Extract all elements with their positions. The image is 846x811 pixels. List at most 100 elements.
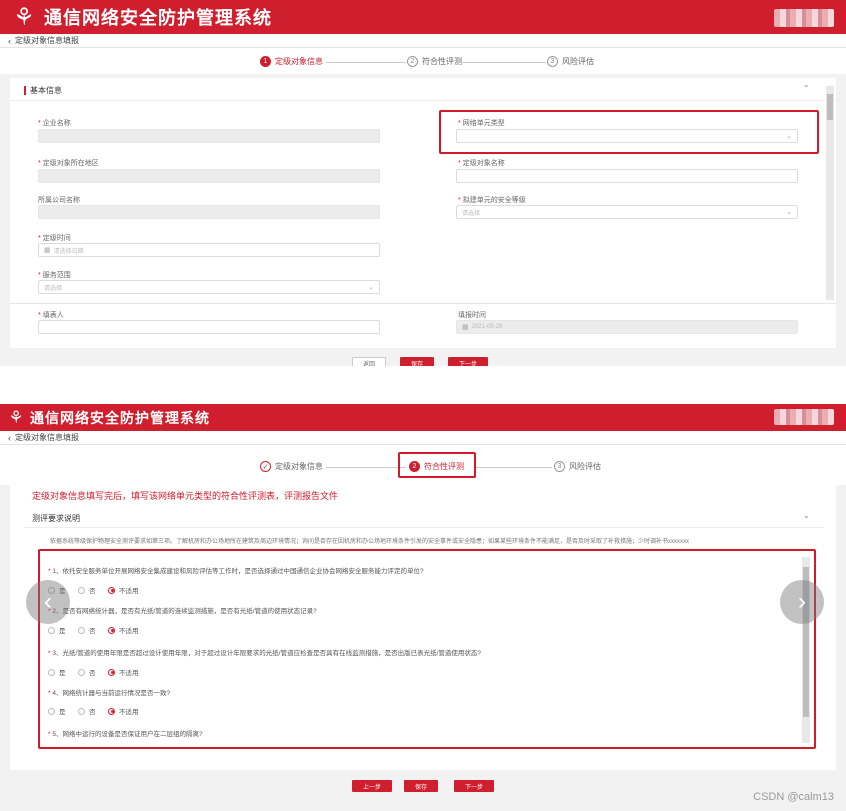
option-no[interactable]: 否 [78, 667, 96, 677]
step-3[interactable]: 3 风险评估 [547, 56, 594, 67]
radio-checked-icon [108, 668, 115, 676]
screenshot-step2: ⚘ 通信网络安全防护管理系统 ‹ 定级对象信息填报 ✓ 定级对象信息 2 符合性… [0, 404, 846, 811]
app-header: ⚘ 通信网络安全防护管理系统 [0, 0, 846, 34]
option-label: 不适用 [119, 670, 139, 677]
requirements-note: 依据系统等级保护物理安全测评要求如第三项。了解机房和办公场地所在建筑及周边环境情… [50, 539, 690, 545]
question-1: * 1、依托安全服务单位开展网络安全集成建设和风险评估等工作时，是否选择通过中国… [48, 568, 424, 575]
company-name-field [38, 129, 380, 143]
swirl-logo-icon: ⚘ [13, 3, 35, 31]
filler-label: * 填表人 [38, 312, 64, 319]
question-text: 1、依托安全服务单位开展网络安全集成建设和风险评估等工作时，是否选择通过中国通信… [52, 568, 424, 575]
next-button[interactable]: 下一步 [448, 357, 488, 366]
back-button[interactable]: 返回 [352, 357, 386, 366]
label-text: 填表人 [42, 312, 64, 319]
divider [10, 303, 836, 304]
breadcrumb: ‹ 定级对象信息填报 [0, 34, 846, 48]
option-no[interactable]: 否 [78, 625, 96, 635]
placeholder-text: 请选择日期 [53, 248, 84, 255]
save-button[interactable]: 保存 [404, 780, 438, 792]
option-na[interactable]: 不适用 [108, 585, 139, 595]
option-yes[interactable]: 是 [48, 706, 66, 716]
step-label: 符合性评测 [422, 57, 462, 66]
highlight-box-network-unit-type [439, 110, 819, 154]
option-label: 不适用 [119, 709, 139, 716]
back-chevron-icon[interactable]: ‹ [8, 433, 11, 443]
save-button[interactable]: 保存 [400, 357, 434, 366]
collapse-chevron-icon[interactable]: ⌃ [803, 84, 810, 93]
question-text: 3、光纸/管道的使用年限是否超过设计使用年限，对于超过设计年限要求的光纸/管道应… [52, 650, 481, 657]
step-label: 定级对象信息 [275, 462, 323, 471]
fill-time-label: 填报时间 [458, 310, 486, 320]
option-yes[interactable]: 是 [48, 625, 66, 635]
user-avatar-blurred[interactable] [774, 9, 834, 27]
app-title: 通信网络安全防护管理系统 [44, 8, 272, 28]
option-na[interactable]: 不适用 [108, 706, 139, 716]
carousel-next-icon[interactable]: › [780, 580, 824, 624]
question-text: 2、是否有网络统计器，是否有光纸/管道的连续监测措施，是否有光纸/管道的使用状态… [52, 608, 317, 615]
carousel-prev-icon[interactable]: ‹ [26, 580, 70, 624]
question-4: * 4、网络统计器与当前运行情况是否一致? [48, 690, 171, 697]
question-2: * 2、是否有网络统计器，是否有光纸/管道的连续监测措施，是否有光纸/管道的使用… [48, 608, 317, 615]
radio-icon [78, 668, 85, 676]
option-na[interactable]: 不适用 [108, 667, 139, 677]
fill-time-value: 2021-09-28 [471, 324, 503, 330]
step-1[interactable]: 1 定级对象信息 [260, 56, 323, 67]
highlight-box-step2 [398, 452, 476, 478]
step-number: 3 [547, 56, 558, 67]
step-number: 1 [260, 56, 271, 67]
next-button[interactable]: 下一步 [454, 780, 494, 792]
parent-company-label: 所属公司名称 [38, 195, 80, 205]
section-title: 测评要求说明 [32, 513, 80, 524]
step-connector [462, 62, 546, 63]
step-2[interactable]: 2 符合性评测 [407, 56, 462, 67]
option-no[interactable]: 否 [78, 585, 96, 595]
scrollbar-thumb[interactable] [827, 94, 833, 120]
question-text: 5、网络中运行的设备是否保证用户在二层组的隔离? [52, 731, 203, 738]
radio-icon [48, 626, 55, 634]
option-yes[interactable]: 是 [48, 667, 66, 677]
label-text: 定级时间 [42, 235, 71, 242]
step-label: 定级对象信息 [275, 57, 323, 66]
chevron-down-icon: ⌄ [786, 209, 792, 216]
chevron-down-icon[interactable]: ⌄ [803, 511, 810, 520]
label-text: 填报时间 [458, 312, 486, 319]
user-avatar-blurred[interactable] [774, 409, 834, 425]
step-label: 风险评估 [569, 462, 601, 471]
breadcrumb-label: 定级对象信息填报 [15, 36, 79, 45]
option-label: 否 [89, 588, 96, 595]
step-indicator: 1 定级对象信息 2 符合性评测 3 风险评估 [0, 48, 846, 74]
placeholder-text: 请选择 [44, 285, 63, 292]
radio-checked-icon [108, 707, 115, 715]
service-scope-select[interactable]: 请选择 ⌄ [38, 280, 380, 294]
radio-icon [78, 626, 85, 634]
vertical-scrollbar[interactable] [826, 86, 834, 300]
placeholder-text: 请选择 [462, 210, 481, 217]
step-connector [326, 62, 406, 63]
radio-checked-icon [108, 586, 115, 594]
section-title-text: 测评要求说明 [32, 514, 80, 523]
radio-icon [48, 707, 55, 715]
section-accent-bar [24, 86, 26, 95]
grading-time-datepicker[interactable]: ▦ 请选择日期 [38, 243, 380, 257]
app-title: 通信网络安全防护管理系统 [30, 409, 210, 426]
section-title-text: 基本信息 [30, 86, 62, 95]
back-chevron-icon[interactable]: ‹ [8, 36, 11, 46]
question-text: 4、网络统计器与当前运行情况是否一致? [52, 690, 171, 697]
step-3[interactable]: 3 风险评估 [554, 461, 601, 472]
step-number: 3 [554, 461, 565, 472]
annotation-text: 定级对象信息填写完后，填写该网络单元类型的符合性评测表，评测报告文件 [32, 491, 339, 501]
calendar-icon: ▦ [462, 324, 469, 331]
radio-icon [48, 668, 55, 676]
option-label: 是 [59, 670, 66, 677]
option-na[interactable]: 不适用 [108, 625, 139, 635]
option-no[interactable]: 否 [78, 706, 96, 716]
option-label: 是 [59, 709, 66, 716]
prev-button[interactable]: 上一步 [352, 780, 392, 792]
filler-input[interactable] [38, 320, 380, 334]
security-level-select[interactable]: 请选择 ⌄ [456, 205, 798, 219]
evaluation-card: 定级对象信息填写完后，填写该网络单元类型的符合性评测表，评测报告文件 测评要求说… [10, 485, 836, 770]
step-connector [476, 467, 552, 468]
object-name-input[interactable] [456, 169, 798, 183]
step-1[interactable]: ✓ 定级对象信息 [260, 461, 323, 472]
region-label: * 定级对象所在地区 [38, 160, 99, 167]
